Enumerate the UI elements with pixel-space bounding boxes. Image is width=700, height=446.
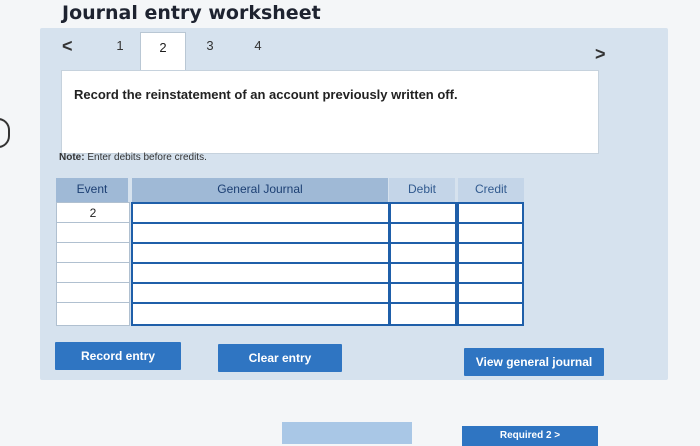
side-handle [0,118,10,148]
credit-input[interactable] [457,222,524,244]
entry-description: Record the reinstatement of an account p… [74,87,458,102]
event-cell [56,222,130,244]
entry-description-box: Record the reinstatement of an account p… [61,70,599,154]
credit-input[interactable] [457,202,524,224]
debit-input[interactable] [389,262,457,284]
worksheet-title: Journal entry worksheet [62,2,321,24]
general-journal-input[interactable] [131,202,390,224]
previous-required-button[interactable] [282,422,412,444]
event-cell [56,242,130,264]
debit-input[interactable] [389,222,457,244]
next-tab-button[interactable]: > [595,44,606,65]
credit-input[interactable] [457,242,524,264]
note: Note: Enter debits before credits. [59,152,207,163]
credit-input[interactable] [457,282,524,304]
next-required-button[interactable]: Required 2 > [462,426,598,446]
journal-entry-table: Event General Journal Debit Credit 2 [56,178,524,328]
tab-3[interactable]: 3 [203,38,217,53]
tab-4[interactable]: 4 [251,38,265,53]
clear-entry-button[interactable]: Clear entry [218,344,342,372]
note-label: Note: [59,152,85,163]
tab-1[interactable]: 1 [113,38,127,53]
debit-input[interactable] [389,202,457,224]
event-cell [56,282,130,304]
debit-input[interactable] [389,242,457,264]
general-journal-input[interactable] [131,262,390,284]
header-event: Event [56,178,128,204]
event-cell: 2 [56,202,130,224]
credit-input[interactable] [457,262,524,284]
header-credit: Credit [458,178,524,204]
note-text: Enter debits before credits. [87,152,207,163]
debit-input[interactable] [389,302,457,326]
debit-input[interactable] [389,282,457,304]
general-journal-input[interactable] [131,242,390,264]
tab-2[interactable]: 2 [140,32,186,71]
general-journal-input[interactable] [131,302,390,326]
event-cell [56,302,130,326]
previous-tab-button[interactable]: < [62,36,73,57]
general-journal-input[interactable] [131,282,390,304]
event-cell [56,262,130,284]
header-debit: Debit [389,178,455,204]
header-general-journal: General Journal [132,178,388,204]
credit-input[interactable] [457,302,524,326]
record-entry-button[interactable]: Record entry [55,342,181,370]
general-journal-input[interactable] [131,222,390,244]
view-general-journal-button[interactable]: View general journal [464,348,604,376]
